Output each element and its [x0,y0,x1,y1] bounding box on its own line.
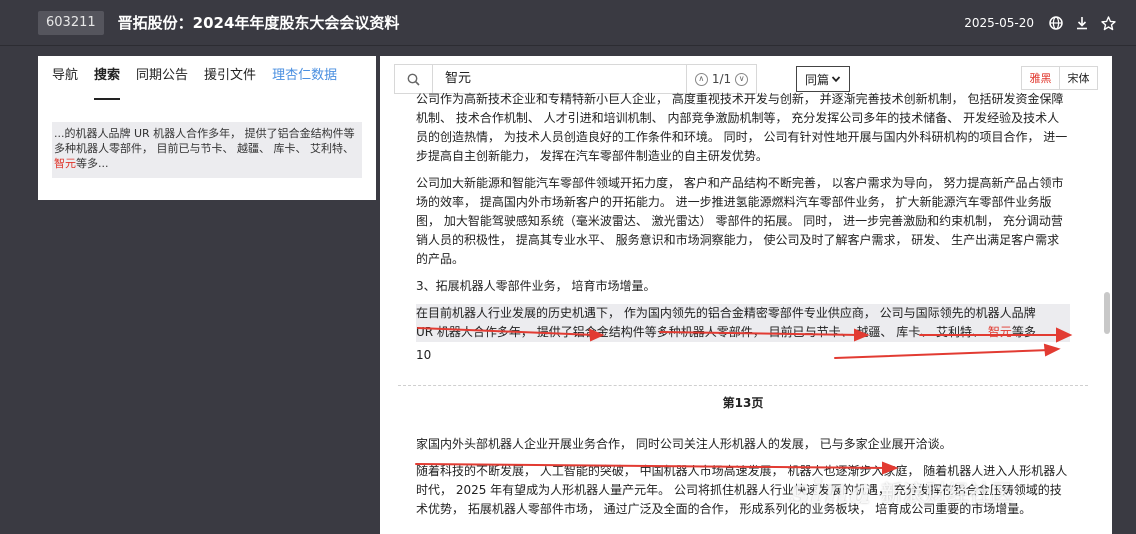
prev-match-icon[interactable]: ∧ [694,72,708,86]
search-result-item[interactable]: ...的机器人品牌 UR 机器人合作多年， 提供了铝合金结构件等多种机器人零部件… [52,122,362,178]
scope-value: 同篇 [804,72,829,87]
scrollbar-thumb[interactable] [1104,292,1110,334]
page-number: 10 [416,348,432,362]
page-divider [398,385,1088,386]
highlighted-line: 在目前机器人行业发展的历史机遇下， 作为国内领先的铝合金精密零部件专业供应商， … [416,304,1070,323]
highlighted-line: UR 机器人合作多年， 提供了铝合金结构件等多种机器人零部件， 目前已与节卡、 … [416,323,1070,342]
font-option-songti[interactable]: 宋体 [1060,67,1097,89]
doc-paragraph: 公司作为高新技术企业和专精特新小巨人企业， 高度重视技术开发与创新， 并逐渐完善… [416,92,1068,163]
highlight-before: UR 机器人合作多年， 提供了铝合金结构件等多种机器人零部件， 目前已与节卡、 … [416,325,988,339]
document-content: 公司作为高新技术企业和专精特新小巨人企业， 高度重视技术开发与创新， 并逐渐完善… [398,92,1088,527]
search-match: 智元 [987,325,1012,339]
tab-search[interactable]: 搜索 [94,56,121,100]
document-viewer: 智元 ∧ 1/1 ∨ 同篇 雅黑 宋体 公司作为高新技术企业和专精特新小巨人企业… [380,56,1112,534]
top-actions: 2025-05-20 [964,0,1116,46]
document-title: 晋拓股份：2024年年度股东大会会议资料 [117,14,400,32]
page-title: 第13页 [722,396,764,410]
star-icon[interactable] [1100,15,1116,31]
tab-nav[interactable]: 导航 [52,56,78,100]
top-bar: 603211 晋拓股份：2024年年度股东大会会议资料 2025-05-20 [0,0,1136,46]
result-text-before: ...的机器人品牌 UR 机器人合作多年， 提供了铝合金结构件等多种机器人零部件… [54,127,355,155]
highlight-after: 等多 [1011,325,1036,339]
tab-cited-files[interactable]: 援引文件 [204,56,256,100]
doc-paragraph: 家国内外头部机器人企业开展业务合作， 同时公司关注人形机器人的发展， 已与多家企… [416,437,952,451]
result-text-after: 等多... [76,157,109,170]
next-match-icon[interactable]: ∨ [735,72,749,86]
section-heading: 3、拓展机器人零部件业务， 培育市场增量。 [416,279,656,293]
font-switch: 雅黑 宋体 [1021,66,1098,90]
scope-select[interactable]: 同篇 [796,66,850,92]
tab-lixinger-data[interactable]: 理杏仁数据 [272,56,337,100]
doc-paragraph: 公司加大新能源和智能汽车零部件领域开拓力度， 客户和产品结构不断完善， 以客户需… [416,176,1064,266]
sina-watermark: sina 新浪财经社区 [790,470,1013,514]
publish-date: 2025-05-20 [964,16,1034,30]
watermark-text: 新浪财经社区 [880,482,1013,507]
result-match: 智元 [54,157,76,170]
font-option-yahei[interactable]: 雅黑 [1022,67,1059,89]
watermark-logo: sina [790,472,873,512]
left-tabs: 导航 搜索 同期公告 援引文件 理杏仁数据 [38,56,376,100]
left-panel: 导航 搜索 同期公告 援引文件 理杏仁数据 ...的机器人品牌 UR 机器人合作… [38,56,376,200]
match-counter: 1/1 [711,72,732,86]
download-icon[interactable] [1074,15,1090,31]
tab-same-period[interactable]: 同期公告 [136,56,188,100]
globe-icon[interactable] [1048,15,1064,31]
chevron-down-icon [831,76,841,83]
stock-code: 603211 [38,10,104,35]
